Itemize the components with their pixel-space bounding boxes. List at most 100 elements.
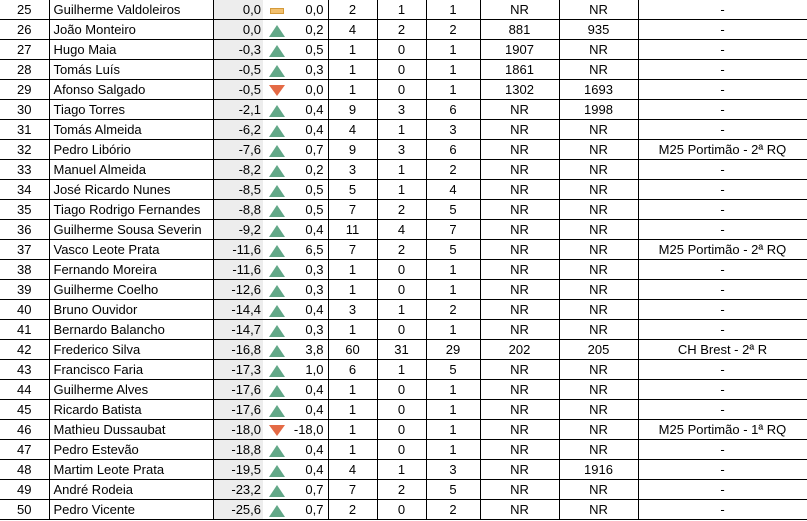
wins-cell[interactable]: 0 bbox=[377, 79, 427, 100]
table-row[interactable]: 32 Pedro Libório -7,6 0,7 9 3 6 NR NR M25 Portimã… bbox=[0, 139, 807, 160]
tournament-note-cell[interactable]: - bbox=[638, 379, 807, 400]
player-name-cell[interactable]: Tiago Rodrigo Fernandes bbox=[49, 199, 214, 220]
tournament-note-cell[interactable]: - bbox=[638, 179, 807, 200]
matches-cell[interactable]: 4 bbox=[328, 119, 378, 140]
trend-indicator-cell[interactable] bbox=[263, 79, 291, 100]
points-cell[interactable]: -14,4 bbox=[213, 299, 263, 320]
player-name-cell[interactable]: Guilherme Coelho bbox=[49, 279, 214, 300]
rank-cell[interactable]: 47 bbox=[0, 439, 50, 460]
points-cell[interactable]: -8,8 bbox=[213, 199, 263, 220]
table-row[interactable]: 35 Tiago Rodrigo Fernandes -8,8 0,5 7 2 5 NR NR - bbox=[0, 199, 807, 220]
losses-cell[interactable]: 1 bbox=[426, 439, 481, 460]
ranking-a-cell[interactable]: NR bbox=[480, 179, 560, 200]
table-row[interactable]: 43 Francisco Faria -17,3 1,0 6 1 5 NR NR - bbox=[0, 359, 807, 380]
losses-cell[interactable]: 1 bbox=[426, 59, 481, 80]
matches-cell[interactable]: 2 bbox=[328, 0, 378, 20]
table-row[interactable]: 50 Pedro Vicente -25,6 0,7 2 0 2 NR NR - bbox=[0, 499, 807, 520]
table-row[interactable]: 40 Bruno Ouvidor -14,4 0,4 3 1 2 NR NR - bbox=[0, 299, 807, 320]
player-name-cell[interactable]: Manuel Almeida bbox=[49, 159, 214, 180]
rank-cell[interactable]: 29 bbox=[0, 79, 50, 100]
points-cell[interactable]: -0,5 bbox=[213, 79, 263, 100]
losses-cell[interactable]: 1 bbox=[426, 319, 481, 340]
losses-cell[interactable]: 6 bbox=[426, 99, 481, 120]
points-cell[interactable]: -18,8 bbox=[213, 439, 263, 460]
trend-indicator-cell[interactable] bbox=[263, 179, 291, 200]
table-row[interactable]: 38 Fernando Moreira -11,6 0,3 1 0 1 NR NR - bbox=[0, 259, 807, 280]
rank-cell[interactable]: 31 bbox=[0, 119, 50, 140]
losses-cell[interactable]: 1 bbox=[426, 379, 481, 400]
trend-indicator-cell[interactable] bbox=[263, 359, 291, 380]
table-row[interactable]: 29 Afonso Salgado -0,5 0,0 1 0 1 1302 1693- bbox=[0, 79, 807, 100]
tournament-note-cell[interactable]: - bbox=[638, 259, 807, 280]
rank-cell[interactable]: 50 bbox=[0, 499, 50, 520]
ranking-a-cell[interactable]: NR bbox=[480, 479, 560, 500]
points-cell[interactable]: -23,2 bbox=[213, 479, 263, 500]
player-name-cell[interactable]: Francisco Faria bbox=[49, 359, 214, 380]
wins-cell[interactable]: 4 bbox=[377, 219, 427, 240]
matches-cell[interactable]: 1 bbox=[328, 279, 378, 300]
losses-cell[interactable]: 3 bbox=[426, 119, 481, 140]
ranking-a-cell[interactable]: NR bbox=[480, 119, 560, 140]
ranking-a-cell[interactable]: NR bbox=[480, 499, 560, 520]
points-cell[interactable]: -11,6 bbox=[213, 259, 263, 280]
ranking-a-cell[interactable]: NR bbox=[480, 259, 560, 280]
table-row[interactable]: 45 Ricardo Batista -17,6 0,4 1 0 1 NR NR - bbox=[0, 399, 807, 420]
trend-indicator-cell[interactable] bbox=[263, 99, 291, 120]
table-row[interactable]: 31 Tomás Almeida -6,2 0,4 4 1 3 NR NR - bbox=[0, 119, 807, 140]
trend-indicator-cell[interactable] bbox=[263, 0, 291, 20]
table-row[interactable]: 27 Hugo Maia -0,3 0,5 1 0 1 1907 NR - bbox=[0, 39, 807, 60]
losses-cell[interactable]: 3 bbox=[426, 459, 481, 480]
matches-cell[interactable]: 1 bbox=[328, 259, 378, 280]
ranking-b-cell[interactable]: NR bbox=[559, 399, 639, 420]
wins-cell[interactable]: 0 bbox=[377, 419, 427, 440]
rank-cell[interactable]: 25 bbox=[0, 0, 50, 20]
wins-cell[interactable]: 2 bbox=[377, 19, 427, 40]
points-cell[interactable]: -2,1 bbox=[213, 99, 263, 120]
rank-cell[interactable]: 40 bbox=[0, 299, 50, 320]
losses-cell[interactable]: 6 bbox=[426, 139, 481, 160]
wins-cell[interactable]: 0 bbox=[377, 59, 427, 80]
player-name-cell[interactable]: Hugo Maia bbox=[49, 39, 214, 60]
table-row[interactable]: 39 Guilherme Coelho -12,6 0,3 1 0 1 NR NR - bbox=[0, 279, 807, 300]
tournament-note-cell[interactable]: - bbox=[638, 399, 807, 420]
matches-cell[interactable]: 3 bbox=[328, 299, 378, 320]
points-cell[interactable]: -17,3 bbox=[213, 359, 263, 380]
ranking-a-cell[interactable]: NR bbox=[480, 279, 560, 300]
rank-cell[interactable]: 35 bbox=[0, 199, 50, 220]
ranking-a-cell[interactable]: 202 bbox=[480, 339, 560, 360]
losses-cell[interactable]: 1 bbox=[426, 279, 481, 300]
matches-cell[interactable]: 60 bbox=[328, 339, 378, 360]
tournament-note-cell[interactable]: - bbox=[638, 19, 807, 40]
table-row[interactable]: 33 Manuel Almeida -8,2 0,2 3 1 2 NR NR - bbox=[0, 159, 807, 180]
ranking-a-cell[interactable]: NR bbox=[480, 0, 560, 20]
trend-indicator-cell[interactable] bbox=[263, 259, 291, 280]
table-row[interactable]: 36 Guilherme Sousa Severin -9,2 0,4 11 4 7 NR NR… bbox=[0, 219, 807, 240]
ranking-a-cell[interactable]: NR bbox=[480, 459, 560, 480]
ranking-b-cell[interactable]: NR bbox=[559, 199, 639, 220]
player-name-cell[interactable]: Martim Leote Prata bbox=[49, 459, 214, 480]
ranking-b-cell[interactable]: NR bbox=[559, 159, 639, 180]
rank-cell[interactable]: 41 bbox=[0, 319, 50, 340]
variation-cell[interactable]: -18,0 bbox=[291, 419, 329, 440]
ranking-b-cell[interactable]: 205 bbox=[559, 339, 639, 360]
table-row[interactable]: 44 Guilherme Alves -17,6 0,4 1 0 1 NR NR - bbox=[0, 379, 807, 400]
points-cell[interactable]: -12,6 bbox=[213, 279, 263, 300]
player-name-cell[interactable]: Pedro Estevão bbox=[49, 439, 214, 460]
wins-cell[interactable]: 0 bbox=[377, 499, 427, 520]
variation-cell[interactable]: 0,5 bbox=[291, 39, 329, 60]
ranking-b-cell[interactable]: NR bbox=[559, 479, 639, 500]
wins-cell[interactable]: 3 bbox=[377, 99, 427, 120]
rank-cell[interactable]: 30 bbox=[0, 99, 50, 120]
tournament-note-cell[interactable]: - bbox=[638, 459, 807, 480]
player-name-cell[interactable]: Guilherme Sousa Severin bbox=[49, 219, 214, 240]
player-name-cell[interactable]: Vasco Leote Prata bbox=[49, 239, 214, 260]
table-row[interactable]: 47 Pedro Estevão -18,8 0,4 1 0 1 NR NR - bbox=[0, 439, 807, 460]
variation-cell[interactable]: 0,4 bbox=[291, 439, 329, 460]
tournament-note-cell[interactable]: CH Brest - 2ª R bbox=[638, 339, 807, 360]
variation-cell[interactable]: 0,7 bbox=[291, 499, 329, 520]
tournament-note-cell[interactable]: - bbox=[638, 79, 807, 100]
tournament-note-cell[interactable]: M25 Portimão - 2ª RQ bbox=[638, 139, 807, 160]
losses-cell[interactable]: 2 bbox=[426, 159, 481, 180]
points-cell[interactable]: -7,6 bbox=[213, 139, 263, 160]
ranking-b-cell[interactable]: NR bbox=[559, 359, 639, 380]
